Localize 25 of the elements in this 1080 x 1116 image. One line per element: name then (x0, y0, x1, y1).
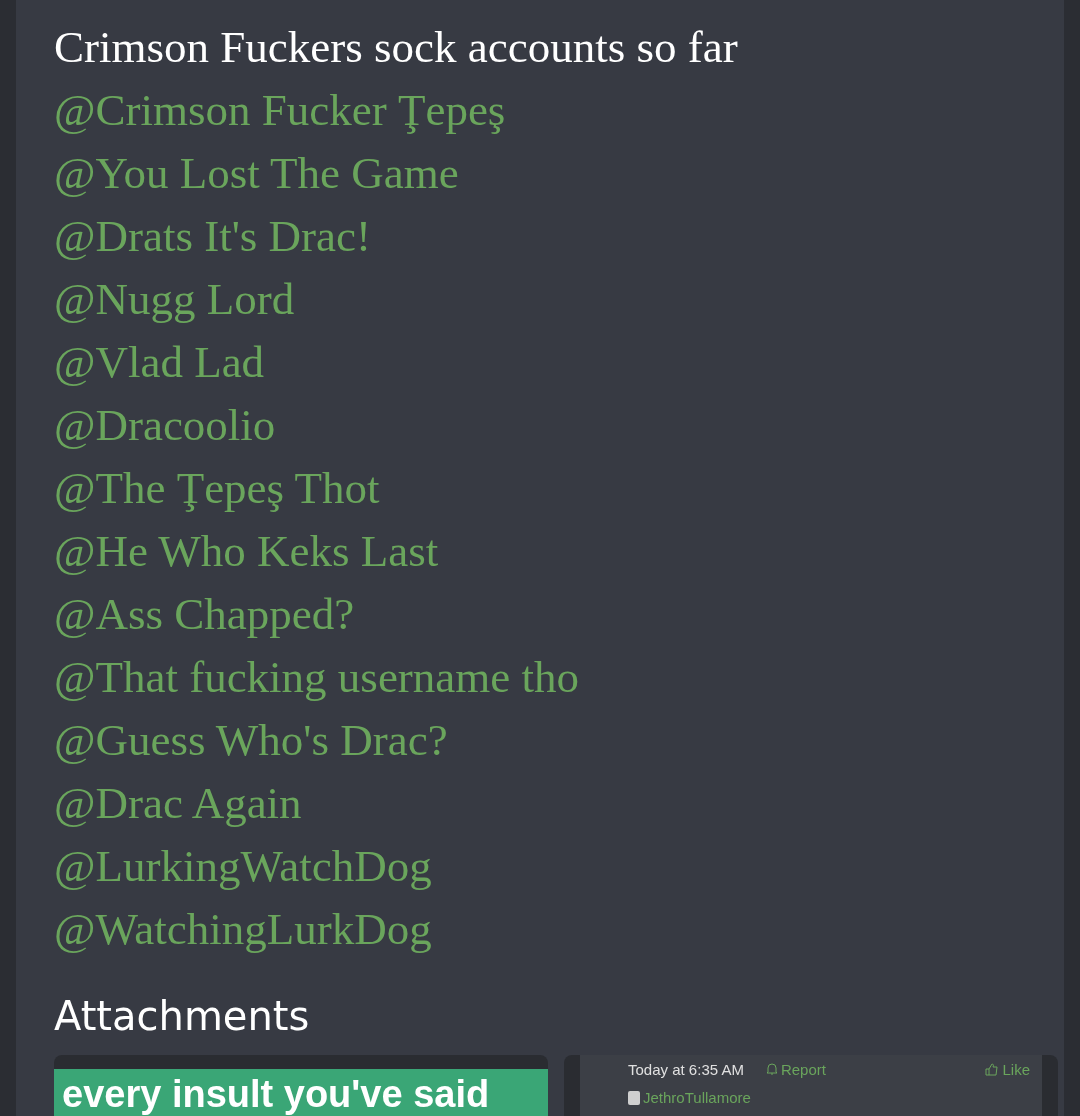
user-mention-link[interactable]: @That fucking username tho (54, 646, 580, 709)
caption-text: every insult you've said (54, 1069, 548, 1116)
bell-icon (765, 1062, 778, 1076)
user-mention-link[interactable]: @LurkingWatchDog (54, 835, 432, 898)
username-link: JethroTullamore (628, 1088, 751, 1106)
user-mention-link[interactable]: @Drac Again (54, 772, 302, 835)
user-mention-link[interactable]: @You Lost The Game (54, 142, 459, 205)
attachments-heading: Attachments (54, 992, 310, 1041)
post-time: Today at 6:35 AM (628, 1060, 744, 1078)
post-text: Crimson Fuckers sock accounts so far (54, 21, 738, 74)
user-mention-link[interactable]: @Ass Chapped? (54, 583, 355, 646)
attachment-thumbnail[interactable]: every insult you've said (54, 1055, 548, 1116)
user-mention-link[interactable]: @Guess Who's Drac? (54, 709, 448, 772)
user-mention-link[interactable]: @Nugg Lord (54, 268, 295, 331)
user-mention-link[interactable]: @Vlad Lad (54, 331, 265, 394)
report-link: Report (765, 1060, 826, 1078)
attachment-thumbnail[interactable]: Today at 6:35 AM Report Like JethroTullamore (564, 1055, 1058, 1116)
user-mention-link[interactable]: @Crimson Fucker Ţepeş (54, 79, 506, 142)
user-mention-link[interactable]: @Dracoolio (54, 394, 276, 457)
user-mention-link[interactable]: @Drats It's Drac! (54, 205, 371, 268)
user-mention-link[interactable]: @He Who Keks Last (54, 520, 439, 583)
user-mention-link[interactable]: @WatchingLurkDog (54, 898, 432, 961)
like-link: Like (985, 1060, 1030, 1078)
user-mention-link[interactable]: @The Ţepeş Thot (54, 457, 380, 520)
thumbs-up-icon (985, 1062, 1000, 1076)
